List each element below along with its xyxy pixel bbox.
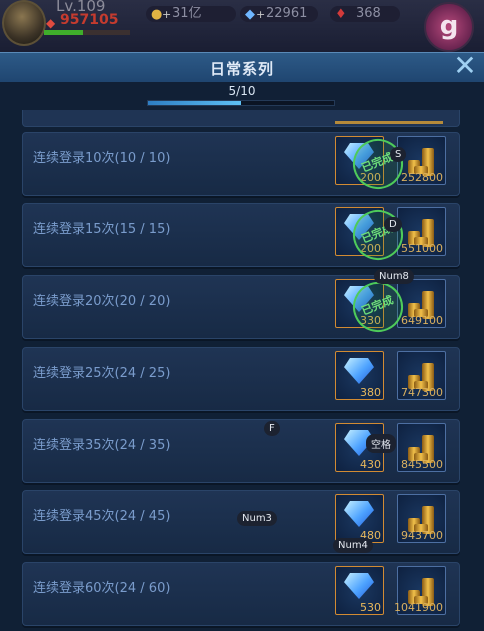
diamond-icon	[344, 501, 374, 527]
gold-qty: 252800	[401, 171, 443, 184]
progress-text: 5/10	[228, 84, 256, 98]
list-item[interactable]: 连续登录20次(20 / 20) 330 649100 已完成	[22, 274, 460, 340]
key-hint-num3: Num3	[237, 511, 277, 526]
key-hint-f: F	[264, 421, 280, 436]
ruby-icon: ♦	[335, 7, 347, 22]
task-list[interactable]: 连续登录10次(10 / 10) 200 252800 已完成 连续登录15次(15 /…	[0, 110, 484, 631]
ruby-amount: 368	[356, 6, 381, 21]
ruby-resource[interactable]: ♦ 368	[330, 6, 400, 22]
gold-qty: 747300	[401, 386, 443, 399]
gold-resource[interactable]: ● + 31亿	[146, 6, 236, 22]
add-gold-icon[interactable]: +	[162, 7, 171, 23]
player-hp: 957105	[60, 12, 119, 28]
gold-amount: 31亿	[172, 6, 202, 21]
player-avatar[interactable]	[2, 0, 46, 46]
gold-qty: 551000	[401, 242, 443, 255]
diamond-icon	[344, 573, 374, 599]
reward-gold-slot[interactable]: 252800	[397, 136, 446, 185]
gold-qty: 649100	[401, 314, 443, 327]
diamond-qty: 430	[360, 458, 381, 471]
list-item[interactable]: 连续登录60次(24 / 60) 530 1041900	[22, 562, 460, 626]
top-hud: Lv.109 ◆ 957105 ● + 31亿 ◆ + 22961 ♦ 368 …	[0, 0, 484, 52]
list-item[interactable]: 连续登录35次(24 / 35) 430 845500	[22, 419, 460, 483]
diamond-amount: 22961	[266, 6, 308, 21]
hp-bar	[44, 30, 130, 35]
list-item[interactable]: 连续登录25次(24 / 25) 380 747300	[22, 347, 460, 411]
gold-icon: ●	[151, 7, 163, 22]
progress-area: 5/10	[0, 82, 484, 110]
task-label: 连续登录20次(20 / 20)	[33, 294, 171, 309]
diamond-qty: 380	[360, 386, 381, 399]
diamond-icon: ◆	[245, 7, 255, 22]
list-item[interactable]: 连续登录15次(15 / 15) 200 551000 已完成	[22, 202, 460, 268]
key-hint-num8: Num8	[374, 269, 414, 284]
reward-gold-slot[interactable]: 845500	[397, 423, 446, 472]
menu-button[interactable]: g	[424, 2, 474, 52]
add-diamond-icon[interactable]: +	[256, 7, 265, 23]
close-icon[interactable]: ✕	[452, 52, 478, 80]
list-item[interactable]: 连续登录10次(10 / 10) 200 252800 已完成	[22, 131, 460, 197]
gold-qty: 943700	[401, 529, 443, 542]
progress-bar	[147, 100, 335, 106]
reward-gold-slot[interactable]: 943700	[397, 494, 446, 543]
task-label: 连续登录10次(10 / 10)	[33, 151, 171, 166]
task-label: 连续登录25次(24 / 25)	[33, 366, 171, 381]
gold-qty: 845500	[401, 458, 443, 471]
task-label: 连续登录15次(15 / 15)	[33, 222, 171, 237]
reward-diamond-slot[interactable]: 530	[335, 566, 384, 615]
reward-gold-slot[interactable]: 649100	[397, 279, 446, 328]
panel-title: 日常系列	[209, 60, 274, 78]
key-hint-space: 空格	[366, 434, 396, 453]
task-label: 连续登录60次(24 / 60)	[33, 581, 171, 596]
list-item-partial	[22, 110, 460, 127]
reward-gold-slot[interactable]: 747300	[397, 351, 446, 400]
key-hint-num4: Num4	[333, 538, 373, 553]
diamond-icon	[344, 358, 374, 384]
hp-icon: ◆	[46, 16, 56, 30]
reward-diamond-slot[interactable]: 380	[335, 351, 384, 400]
task-label: 连续登录45次(24 / 45)	[33, 509, 171, 524]
reward-diamond-slot[interactable]: 480	[335, 494, 384, 543]
task-label: 连续登录35次(24 / 35)	[33, 438, 171, 453]
reward-gold-slot[interactable]: 551000	[397, 207, 446, 256]
reward-gold-slot[interactable]: 1041900	[394, 566, 446, 615]
panel-header: 日常系列	[0, 52, 484, 83]
gold-qty: 1041900	[394, 601, 443, 614]
diamond-qty: 530	[360, 601, 381, 614]
key-hint-d: D	[384, 217, 402, 232]
diamond-resource[interactable]: ◆ + 22961	[240, 6, 318, 22]
